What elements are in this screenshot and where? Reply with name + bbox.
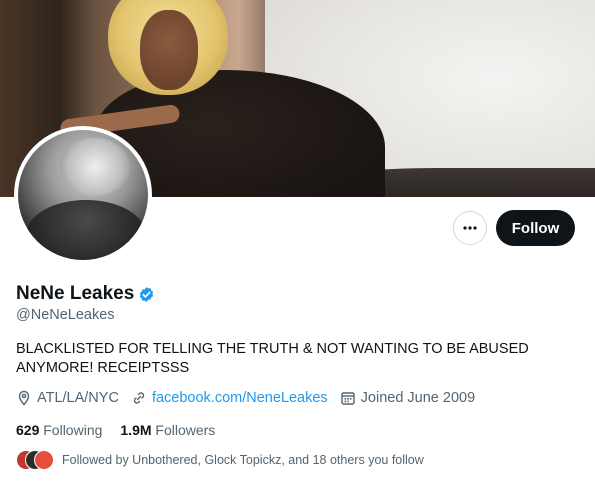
followed-by-row[interactable]: Followed by Unbothered, Glock Topickz, a… xyxy=(16,450,424,470)
followed-by-avatars xyxy=(16,450,54,470)
location-text: ATL/LA/NYC xyxy=(37,390,119,406)
joined-text: Joined June 2009 xyxy=(360,390,476,406)
display-name: NeNe Leakes xyxy=(16,283,135,304)
followers-count: 1.9M xyxy=(120,422,152,438)
more-icon xyxy=(463,226,477,230)
follow-stats: 629 Following 1.9M Followers xyxy=(16,422,233,438)
verified-badge-icon xyxy=(140,286,154,302)
following-label: Following xyxy=(43,422,103,438)
banner-face xyxy=(140,10,198,90)
following-stat[interactable]: 629 Following xyxy=(16,422,102,438)
user-handle: @NeNeLeakes xyxy=(16,307,115,323)
location-item: ATL/LA/NYC xyxy=(16,390,119,406)
follow-button[interactable]: Follow xyxy=(496,210,575,246)
followed-by-text: Followed by Unbothered, Glock Topickz, a… xyxy=(62,453,424,467)
website-item[interactable]: facebook.com/NeneLeakes xyxy=(131,390,328,406)
more-options-button[interactable] xyxy=(453,211,487,245)
following-count: 629 xyxy=(16,422,40,438)
profile-avatar[interactable] xyxy=(14,126,152,264)
avatar-hair xyxy=(60,138,130,196)
name-row: NeNe Leakes xyxy=(16,283,155,305)
joined-item: Joined June 2009 xyxy=(340,390,476,406)
calendar-icon xyxy=(340,392,355,405)
profile-meta: ATL/LA/NYC facebook.com/NeneLeakes Joine… xyxy=(16,390,487,406)
followers-label: Followers xyxy=(155,422,216,438)
avatar-body xyxy=(26,200,146,260)
website-link[interactable]: facebook.com/NeneLeakes xyxy=(152,390,328,406)
avatar-photo xyxy=(18,130,148,260)
mini-avatar xyxy=(34,450,54,470)
location-pin-icon xyxy=(18,390,30,406)
profile-bio: BLACKLISTED FOR TELLING THE TRUTH & NOT … xyxy=(16,341,529,376)
link-icon xyxy=(133,392,145,404)
followers-stat[interactable]: 1.9M Followers xyxy=(120,422,215,438)
